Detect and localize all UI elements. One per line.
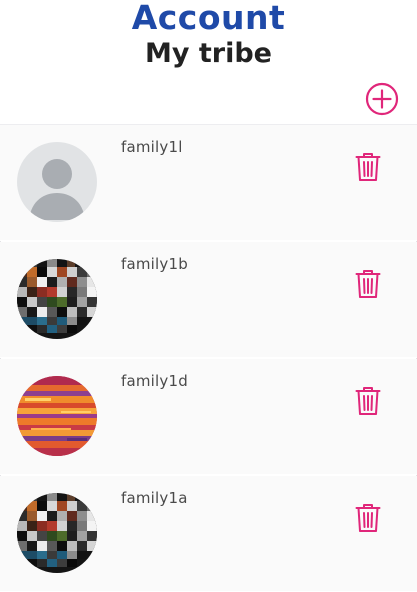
account-page: Account My tribe family1l family1b famil…: [0, 0, 417, 592]
list-item: family1a: [0, 476, 417, 592]
list-item: family1l: [0, 125, 417, 241]
trash-icon: [355, 387, 381, 415]
page-header: Account My tribe: [0, 0, 417, 125]
page-title: Account: [131, 0, 286, 37]
member-list: family1l family1b family1d family1a: [0, 125, 417, 592]
mosaic-photo: [17, 259, 97, 339]
plus-circle-icon: [365, 82, 399, 116]
avatar: [17, 259, 97, 339]
trash-icon: [355, 504, 381, 532]
member-name: family1a: [121, 489, 188, 507]
list-item: family1b: [0, 242, 417, 358]
page-subtitle: My tribe: [145, 38, 272, 69]
mosaic-photo: [17, 493, 97, 573]
delete-member-button[interactable]: [355, 386, 381, 416]
list-item: family1d: [0, 359, 417, 475]
delete-member-button[interactable]: [355, 269, 381, 299]
trash-icon: [355, 153, 381, 181]
member-name: family1d: [121, 372, 188, 390]
delete-member-button[interactable]: [355, 503, 381, 533]
user-silhouette-icon: [17, 142, 97, 222]
member-name: family1l: [121, 138, 183, 156]
delete-member-button[interactable]: [355, 152, 381, 182]
avatar: [17, 376, 97, 456]
trash-icon: [355, 270, 381, 298]
avatar: [17, 142, 97, 222]
sunset-photo: [17, 376, 97, 456]
add-member-button[interactable]: [365, 82, 399, 116]
member-name: family1b: [121, 255, 188, 273]
avatar: [17, 493, 97, 573]
